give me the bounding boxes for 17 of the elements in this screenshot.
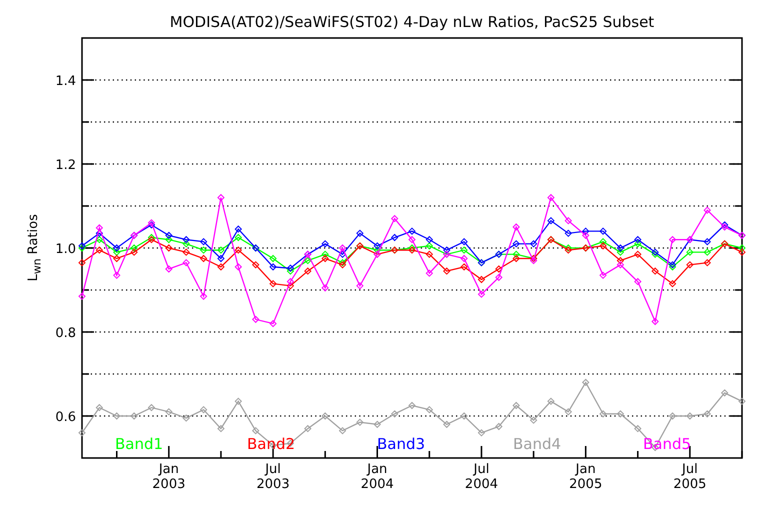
legend-label: Band2 bbox=[247, 435, 296, 453]
x-tick-label: Jan 2005 bbox=[569, 462, 602, 492]
y-tick-label: 0.8 bbox=[55, 326, 76, 341]
x-tick-label: Jan 2003 bbox=[152, 462, 186, 492]
legend-label: Band3 bbox=[377, 435, 426, 453]
x-tick-label: Jan 2004 bbox=[360, 462, 394, 492]
y-tick-label: 0.6 bbox=[55, 410, 76, 425]
y-tick-label: 1.2 bbox=[55, 158, 76, 173]
y-tick-label: 1.0 bbox=[55, 242, 76, 257]
x-tick-label: Jul 2005 bbox=[673, 462, 706, 492]
legend-label: Band1 bbox=[115, 435, 164, 453]
chart-title: MODISA(AT02)/SeaWiFS(ST02) 4-Day nLw Ratios, PacS25 Subset bbox=[170, 13, 654, 31]
y-tick-label: 1.4 bbox=[55, 74, 76, 89]
x-tick-label: Jul 2004 bbox=[464, 462, 498, 492]
x-tick-label: Jul 2003 bbox=[256, 462, 290, 492]
legend-label: Band5 bbox=[643, 435, 692, 453]
legend-label: Band4 bbox=[513, 435, 562, 453]
